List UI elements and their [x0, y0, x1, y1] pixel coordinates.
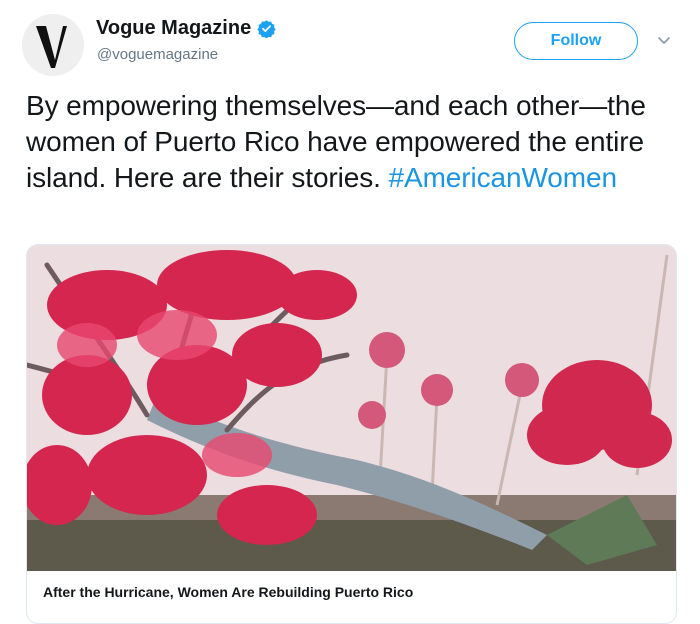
photo-fallen-tree-icon [27, 245, 676, 571]
follow-button[interactable]: Follow [514, 22, 638, 60]
hashtag-link[interactable]: #AmericanWomen [389, 162, 618, 193]
vogue-logo-icon: V [22, 14, 84, 76]
avatar[interactable]: V [22, 14, 84, 76]
handle[interactable]: @voguemagazine [97, 46, 218, 63]
card-image[interactable] [27, 245, 676, 571]
chevron-down-icon[interactable] [656, 32, 672, 48]
tweet-text: By empowering themselves—and each other—… [26, 88, 686, 196]
verified-badge-icon [257, 20, 276, 38]
card-title[interactable]: After the Hurricane, Women Are Rebuildin… [43, 584, 413, 600]
display-name[interactable]: Vogue Magazine [96, 17, 276, 40]
svg-text:V: V [22, 14, 23, 15]
link-card[interactable]: After the Hurricane, Women Are Rebuildin… [26, 244, 677, 624]
display-name-text[interactable]: Vogue Magazine [96, 17, 251, 40]
